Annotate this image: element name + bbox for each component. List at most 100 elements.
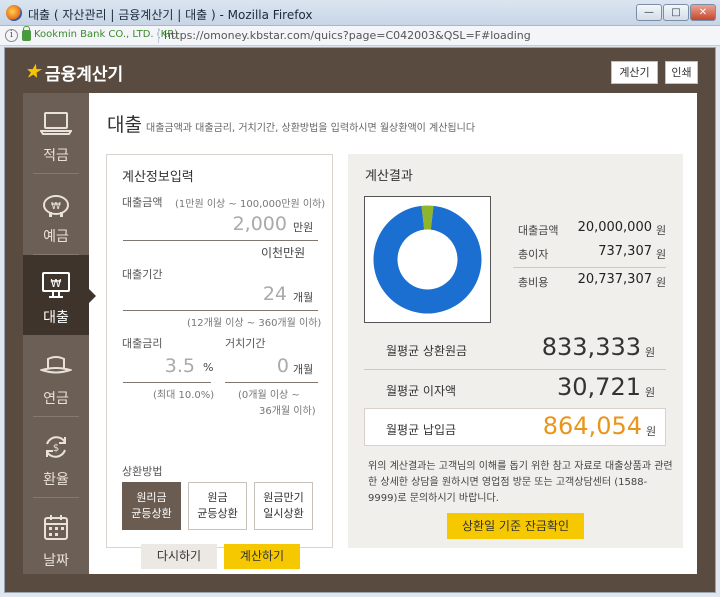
monitor-won-icon: ₩	[42, 272, 70, 298]
monthly-payment-box: 월평균 납입금 864,054 원	[364, 408, 666, 446]
sidebar-item-label: 환율	[43, 472, 69, 488]
grace-input[interactable]: 0	[227, 355, 289, 377]
method-line2: 일시상환	[263, 507, 304, 520]
total-value: 20,737,307	[577, 272, 652, 287]
grace-unit: 개월	[293, 363, 314, 376]
result-panel: 계산결과 대출금액 20,000,000 원 총이자 737,307 원 총비용…	[348, 154, 683, 548]
won-unit: 원	[656, 248, 667, 261]
kb-logo-icon: ★	[25, 62, 41, 82]
rate-underline	[123, 382, 211, 383]
result-divider	[513, 267, 666, 268]
sidebar-item-label: 날짜	[43, 553, 69, 569]
sidebar-item-loan[interactable]: ₩ 대출	[23, 255, 96, 335]
rate-input[interactable]: 3.5	[127, 355, 195, 377]
method-equal-principal-button[interactable]: 원금 균등상환	[188, 482, 247, 530]
method-line2: 균등상환	[197, 507, 238, 520]
method-bullet-button[interactable]: 원금만기 일시상환	[254, 482, 313, 530]
won-unit: 원	[645, 346, 656, 359]
frame-bottom	[5, 574, 715, 592]
url-text[interactable]: https://omoney.kbstar.com/quics?page=C04…	[164, 29, 531, 42]
donut-chart-svg	[373, 205, 482, 314]
won-unit: 원	[656, 276, 667, 289]
interest-label: 총이자	[518, 248, 549, 261]
reset-button[interactable]: 다시하기	[141, 544, 217, 569]
amount-korean: 이천만원	[261, 246, 306, 260]
input-panel-title: 계산정보입력	[122, 170, 194, 185]
calendar-icon	[44, 515, 68, 540]
sidebar-item-label: 적금	[43, 148, 69, 164]
svg-text:₩: ₩	[51, 201, 61, 212]
hat-icon	[40, 356, 72, 374]
sidebar-item-pension[interactable]: 연금	[23, 336, 89, 416]
principal-value: 20,000,000	[577, 220, 652, 235]
info-icon[interactable]: i	[5, 29, 18, 42]
sidebar-item-label: 연금	[43, 391, 69, 407]
calculate-button[interactable]: 계산하기	[224, 544, 300, 569]
method-line2: 균등상환	[131, 507, 172, 520]
exchange-icon: $	[46, 436, 66, 458]
amount-underline	[123, 240, 318, 241]
won-unit: 원	[656, 224, 667, 237]
sidebar-item-exchange[interactable]: $ 환율	[23, 417, 89, 497]
grace-label: 거치기간	[225, 337, 266, 350]
frame-left	[5, 93, 23, 574]
site-identity[interactable]: Kookmin Bank CO., LTD. (KR)	[34, 29, 178, 40]
result-panel-title: 계산결과	[365, 169, 413, 184]
balance-check-button[interactable]: 상환일 기준 잔금확인	[447, 513, 584, 539]
page-title: 대출	[107, 114, 142, 136]
result-divider	[364, 369, 666, 370]
svg-text:₩: ₩	[51, 277, 62, 290]
url-bar[interactable]: i Kookmin Bank CO., LTD. (KR) https://om…	[0, 26, 720, 46]
minimize-button[interactable]: —	[636, 4, 662, 21]
sidebar-item-savings[interactable]: 적금	[23, 93, 89, 173]
print-button[interactable]: 인쇄	[665, 61, 698, 84]
sidebar-item-label: 대출	[43, 310, 69, 326]
notice-text: 위의 계산결과는 고객님의 이해를 돕기 위한 참고 자료로 대출상품과 관련한…	[368, 461, 673, 504]
rate-label: 대출금리	[122, 337, 163, 350]
close-button[interactable]: ✕	[690, 4, 716, 21]
maximize-button[interactable]: □	[663, 4, 689, 21]
rate-hint: (최대 10.0%)	[153, 390, 215, 401]
method-label: 상환방법	[122, 465, 163, 478]
period-input[interactable]: 24	[197, 283, 287, 305]
amount-hint: (1만원 이상 ~ 100,000만원 이하)	[175, 199, 326, 210]
page-description: 대출금액과 대출금리, 거치기간, 상환방법을 입력하시면 월상환액이 계산됩니…	[146, 123, 476, 134]
sidebar-item-label: 예금	[43, 229, 69, 245]
amount-unit: 만원	[293, 221, 314, 234]
method-line1: 원금	[207, 491, 228, 504]
sidebar: 적금 ₩ 예금 ₩ 대출 연금 $ 환율 날짜	[23, 93, 96, 574]
amount-input[interactable]: 2,000	[177, 213, 287, 235]
total-label: 총비용	[518, 276, 549, 289]
monthly-payment-label: 월평균 납입금	[386, 423, 457, 437]
amount-label: 대출금액	[122, 196, 163, 209]
sidebar-item-date[interactable]: 날짜	[23, 498, 89, 578]
method-line1: 원리금	[136, 491, 167, 504]
rate-unit: %	[203, 361, 214, 374]
won-unit: 원	[646, 425, 657, 438]
won-unit: 원	[645, 386, 656, 399]
frame-right	[697, 93, 715, 574]
monthly-interest-label: 월평균 이자액	[386, 384, 457, 398]
interest-value: 737,307	[598, 244, 652, 259]
app-title: 금융계산기	[45, 65, 124, 85]
monthly-principal-value: 833,333	[541, 333, 641, 361]
lock-icon	[22, 26, 31, 41]
principal-label: 대출금액	[518, 224, 559, 237]
grace-hint-line1: (0개월 이상 ~	[238, 390, 300, 401]
app-header: ★ 금융계산기 계산기 인쇄	[5, 48, 715, 93]
calculator-button[interactable]: 계산기	[611, 61, 658, 84]
calculator-app: ★ 금융계산기 계산기 인쇄 적금 ₩ 예금 ₩ 대출 연금 $ 환율 날짜 대…	[4, 47, 716, 593]
sidebar-item-deposit[interactable]: ₩ 예금	[23, 174, 89, 254]
method-line1: 원금만기	[263, 491, 304, 504]
donut-chart	[364, 196, 491, 323]
monthly-payment-value: 864,054	[542, 412, 642, 440]
grace-hint-line2: 36개월 이하)	[259, 406, 316, 417]
window-titlebar: 대출 ( 자산관리 | 금융계산기 | 대출 ) - Mozilla Firef…	[0, 0, 720, 26]
url-divider	[158, 28, 159, 43]
grace-underline	[225, 382, 318, 383]
monthly-principal-label: 월평균 상환원금	[386, 344, 468, 358]
method-equal-installment-button[interactable]: 원리금 균등상환	[122, 482, 181, 530]
piggy-bank-icon: ₩	[43, 195, 69, 217]
period-label: 대출기간	[122, 268, 163, 281]
input-panel: 계산정보입력 대출금액 (1만원 이상 ~ 100,000만원 이하) 2,00…	[106, 154, 333, 569]
